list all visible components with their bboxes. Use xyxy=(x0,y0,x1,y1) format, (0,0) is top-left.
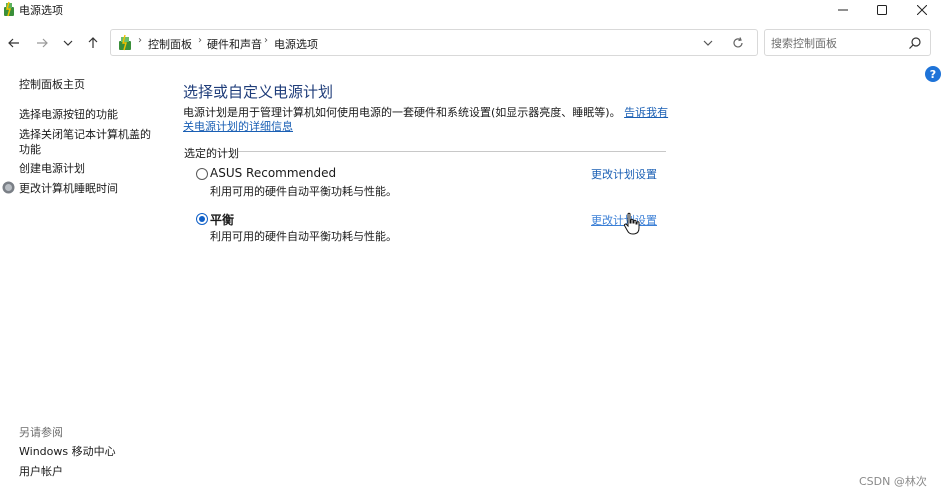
breadcrumb-power-options[interactable]: 电源选项 xyxy=(274,36,318,52)
breadcrumb-hardware-sound[interactable]: 硬件和声音 xyxy=(207,36,262,52)
breadcrumb-separator: › xyxy=(138,35,142,46)
plan-asus-change-settings-link[interactable]: 更改计划设置 xyxy=(591,166,657,182)
power-options-icon xyxy=(4,1,14,17)
title-bar: 电源选项 xyxy=(0,0,943,20)
refresh-button[interactable] xyxy=(728,33,748,53)
see-also-link-mobility-center[interactable]: Windows 移动中心 xyxy=(19,444,116,459)
chevron-down-icon xyxy=(703,40,713,46)
sidebar-link-power-button[interactable]: 选择电源按钮的功能 xyxy=(19,107,118,122)
page-title: 选择或自定义电源计划 xyxy=(183,83,334,101)
forward-button[interactable] xyxy=(31,32,53,54)
group-divider xyxy=(238,151,666,152)
help-button[interactable]: ? xyxy=(925,66,941,82)
navigation-bar: › 控制面板 › 硬件和声音 › 电源选项 xyxy=(0,22,943,62)
close-button[interactable] xyxy=(902,0,942,20)
minimize-button[interactable] xyxy=(823,0,863,20)
see-also-link-user-accounts[interactable]: 用户帐户 xyxy=(19,464,63,479)
address-bar[interactable]: › 控制面板 › 硬件和声音 › 电源选项 xyxy=(110,29,758,56)
watermark: CSDN @林次 xyxy=(859,475,927,488)
recent-locations-button[interactable] xyxy=(57,32,79,54)
sidebar-link-sleep-time[interactable]: 更改计算机睡眠时间 xyxy=(19,181,118,196)
breadcrumb-separator: › xyxy=(264,35,268,46)
address-dropdown-button[interactable] xyxy=(698,34,718,52)
selected-plans-label: 选定的计划 xyxy=(184,147,239,160)
close-icon xyxy=(917,5,927,15)
search-input[interactable] xyxy=(771,35,901,51)
sidebar-link-create-plan[interactable]: 创建电源计划 xyxy=(19,161,85,176)
see-also-heading: 另请参阅 xyxy=(19,426,63,439)
maximize-icon xyxy=(877,5,887,15)
control-panel-icon xyxy=(119,34,131,51)
back-button[interactable] xyxy=(3,32,25,54)
arrow-left-icon xyxy=(8,38,19,48)
search-icon[interactable] xyxy=(908,36,922,50)
chevron-down-icon xyxy=(63,40,73,46)
arrow-right-icon xyxy=(37,38,48,48)
up-button[interactable] xyxy=(82,32,104,54)
description-text: 电源计划是用于管理计算机如何使用电源的一套硬件和系统设置(如显示器亮度、睡眠等)… xyxy=(183,106,621,119)
plan-balanced-description: 利用可用的硬件自动平衡功耗与性能。 xyxy=(210,230,397,243)
plan-asus-name[interactable]: ASUS Recommended xyxy=(210,166,336,180)
breadcrumb-separator: › xyxy=(198,35,202,46)
sidebar-link-control-panel-home[interactable]: 控制面板主页 xyxy=(19,77,85,92)
refresh-icon xyxy=(733,37,743,48)
plan-asus-description: 利用可用的硬件自动平衡功耗与性能。 xyxy=(210,185,397,198)
plan-asus-radio[interactable] xyxy=(196,168,208,180)
sidebar-link-lid-close[interactable]: 选择关闭笔记本计算机盖的功能 xyxy=(19,127,159,157)
window-title: 电源选项 xyxy=(19,4,63,17)
plan-balanced-name[interactable]: 平衡 xyxy=(210,211,234,228)
minimize-icon xyxy=(838,9,848,11)
maximize-button[interactable] xyxy=(862,0,902,20)
arrow-up-icon xyxy=(88,37,98,48)
breadcrumb-control-panel[interactable]: 控制面板 xyxy=(148,36,192,52)
shield-globe-icon xyxy=(2,181,15,194)
question-icon: ? xyxy=(929,67,937,81)
plan-balanced-radio[interactable] xyxy=(196,213,208,225)
search-box xyxy=(764,29,931,56)
hand-cursor-icon xyxy=(623,212,640,235)
page-description: 电源计划是用于管理计算机如何使用电源的一套硬件和系统设置(如显示器亮度、睡眠等)… xyxy=(183,106,673,134)
